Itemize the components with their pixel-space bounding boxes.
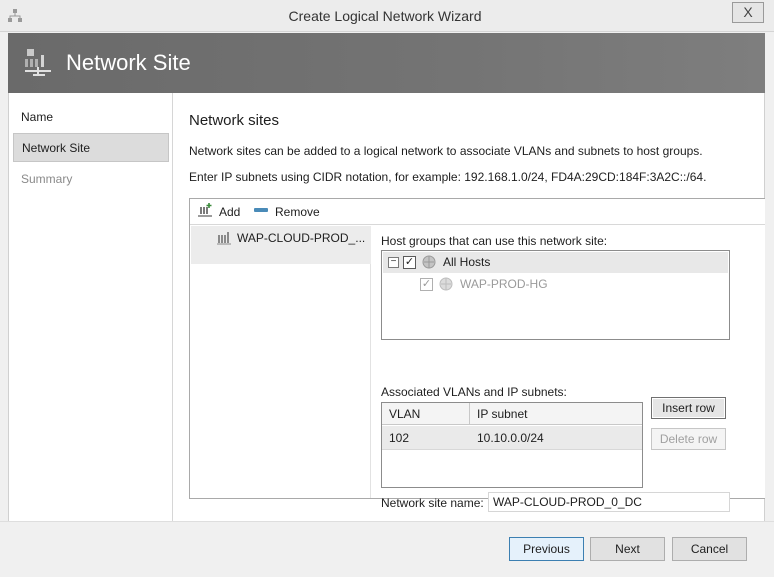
page-title: Network Site xyxy=(66,50,191,75)
previous-button[interactable]: Previous xyxy=(509,537,584,561)
list-item[interactable]: WAP-CLOUD-PROD_... xyxy=(191,226,371,264)
ip-subnet-cell[interactable]: 10.10.0.0/24 xyxy=(477,426,544,450)
column-header-ip-subnet[interactable]: IP subnet xyxy=(470,403,642,425)
section-description: Network sites can be added to a logical … xyxy=(189,144,703,158)
site-name-field-label: Network site name: xyxy=(381,496,484,510)
title-bar: Create Logical Network Wizard X xyxy=(0,0,774,32)
page-header-banner: Network Site xyxy=(8,33,765,93)
vlan-cell[interactable]: 102 xyxy=(389,426,409,450)
wap-prod-hg-checkbox: ✓ xyxy=(420,278,433,291)
host-group-icon xyxy=(422,255,436,276)
window-edge xyxy=(765,93,774,521)
vlan-subnet-table: VLAN IP subnet 102 10.10.0.0/24 xyxy=(381,402,643,488)
network-site-name-input[interactable] xyxy=(488,492,730,512)
step-network-site[interactable]: Network Site xyxy=(13,133,169,162)
step-name[interactable]: Name xyxy=(13,103,169,132)
sites-toolbar: Add Remove xyxy=(190,199,767,225)
tree-item-all-hosts[interactable]: − ✓ All Hosts xyxy=(383,252,728,273)
site-details: Host groups that can use this network si… xyxy=(381,226,761,512)
add-label: Add xyxy=(219,205,241,220)
step-summary: Summary xyxy=(21,172,73,186)
site-name-label: WAP-CLOUD-PROD_... xyxy=(237,231,366,245)
add-site-icon xyxy=(197,202,213,224)
remove-icon xyxy=(253,202,269,224)
next-button[interactable]: Next xyxy=(590,537,665,561)
remove-site-button[interactable]: Remove xyxy=(253,202,320,222)
main-content: Network sites Network sites can be added… xyxy=(189,93,768,526)
wizard-step-nav: Name Network Site Summary xyxy=(9,93,173,526)
wizard-footer: Previous Next Cancel xyxy=(0,521,774,577)
table-header: VLAN IP subnet xyxy=(382,403,642,425)
tree-item-wap-prod-hg: ✓ WAP-PROD-HG xyxy=(383,274,728,295)
window-title: Create Logical Network Wizard xyxy=(288,8,482,24)
table-row[interactable]: 102 10.10.0.0/24 xyxy=(382,426,642,450)
remove-label: Remove xyxy=(275,205,320,220)
host-groups-tree: − ✓ All Hosts ✓ WAP-PROD-HG xyxy=(381,250,730,340)
insert-row-button[interactable]: Insert row xyxy=(651,397,726,419)
network-site-icon xyxy=(21,45,57,81)
wizard-body: Name Network Site Summary Network sites … xyxy=(8,93,768,526)
all-hosts-label: All Hosts xyxy=(443,255,491,269)
close-icon: X xyxy=(743,4,753,20)
collapse-icon[interactable]: − xyxy=(388,257,399,268)
add-site-button[interactable]: Add xyxy=(197,202,240,222)
wizard-window: Create Logical Network Wizard X Network … xyxy=(0,0,774,577)
all-hosts-checkbox[interactable]: ✓ xyxy=(403,256,416,269)
network-site-icon xyxy=(217,231,231,248)
network-sites-panel: Add Remove WAP-CLOUD-PROD_... Host group… xyxy=(189,198,768,512)
host-group-icon xyxy=(439,277,453,298)
section-title: Network sites xyxy=(189,112,280,129)
cancel-button[interactable]: Cancel xyxy=(672,537,747,561)
host-groups-label: Host groups that can use this network si… xyxy=(381,234,608,248)
close-button[interactable]: X xyxy=(732,2,764,23)
network-sites-list: WAP-CLOUD-PROD_... xyxy=(191,226,371,498)
wap-prod-hg-label: WAP-PROD-HG xyxy=(460,277,548,291)
delete-row-button: Delete row xyxy=(651,428,726,450)
column-header-vlan[interactable]: VLAN xyxy=(382,403,469,425)
subnets-label: Associated VLANs and IP subnets: xyxy=(381,385,567,399)
cidr-hint: Enter IP subnets using CIDR notation, fo… xyxy=(189,170,707,184)
